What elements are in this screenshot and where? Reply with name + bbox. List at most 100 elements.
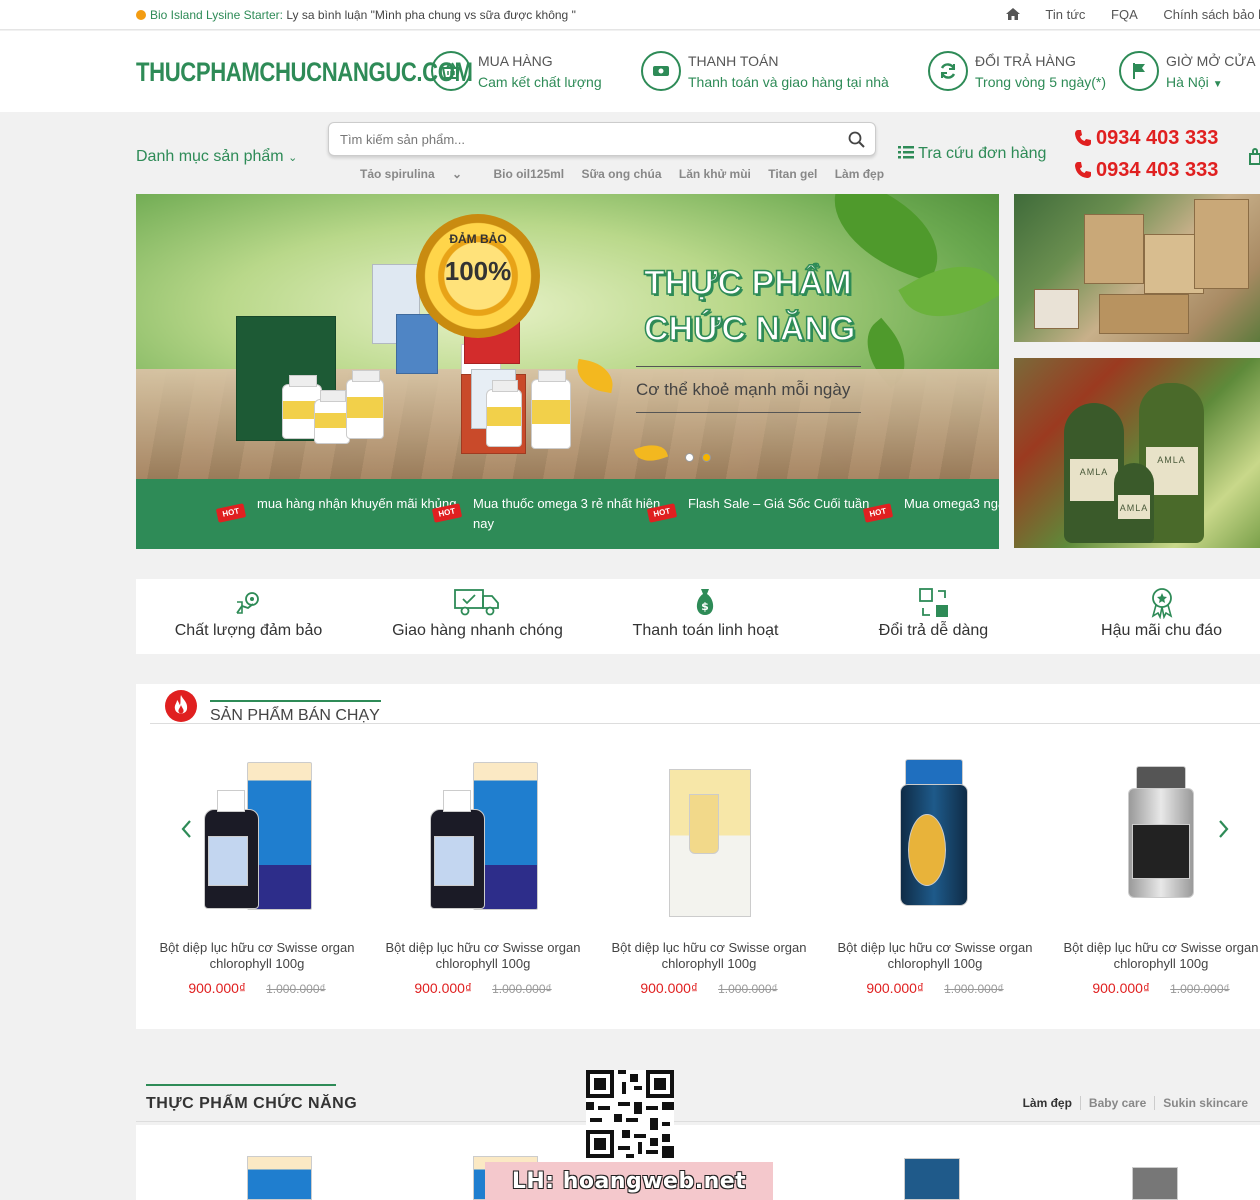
phone-icon: [1075, 130, 1091, 146]
hotline-1[interactable]: 0934 403 333: [1074, 127, 1218, 150]
tab-beauty[interactable]: Làm đẹp: [1015, 1096, 1080, 1110]
feature-label: Thanh toán linh hoạt: [632, 622, 779, 639]
chevron-down-icon: ⌄: [452, 167, 463, 181]
feature-label: Đổi trả dễ dàng: [878, 622, 989, 639]
product-price: 900.000₫ 1.000.000₫: [152, 980, 362, 998]
header-box-sub: Thanh toán và giao hàng tại nhà: [688, 74, 889, 90]
product-cap: [443, 790, 471, 812]
exchange-icon: [919, 588, 948, 617]
product-image[interactable]: [1056, 754, 1260, 924]
feature-return: Đổi trả dễ dàng: [821, 579, 1046, 654]
product-name[interactable]: Bột diệp lục hữu cơ Swisse organ chlorop…: [152, 940, 362, 972]
search-icon[interactable]: [848, 131, 865, 148]
seal-text: ĐẢM BẢO: [449, 232, 507, 246]
original-price: 1.000.000₫: [492, 982, 552, 996]
section-tabs: Làm đẹp Baby care Sukin skincare: [1015, 1096, 1256, 1110]
section-title: SẢN PHẨM BÁN CHẠY: [210, 700, 381, 724]
site-logo[interactable]: THUCPHAMCHUCNANGUC.COM: [136, 57, 473, 88]
divider: [636, 366, 861, 367]
supplement-bottle: [486, 380, 522, 447]
header-box-title: GIỜ MỞ CỬA: [1166, 53, 1256, 69]
product-name[interactable]: Bột diệp lục hữu cơ Swisse organ chlorop…: [604, 940, 814, 972]
fire-icon: [165, 690, 197, 722]
feature-delivery: Giao hàng nhanh chóng: [365, 579, 590, 654]
side-banner-amla[interactable]: AMLA AMLA AMLA: [1014, 358, 1260, 548]
header-box-sub: Cam kết chất lượng: [478, 74, 602, 90]
slider-dot[interactable]: [685, 453, 694, 462]
keyword-link[interactable]: Tảo spirulina ⌄: [360, 167, 476, 181]
top-link-news[interactable]: Tin tức: [1045, 7, 1085, 22]
ticker-item[interactable]: HOT Mua thuốc omega 3 rẻ nhất hiện nay: [431, 494, 673, 534]
gift-box: [1034, 289, 1079, 329]
truck-icon: [454, 589, 499, 616]
product-card[interactable]: Bột diệp lục hữu cơ Swisse organ chlorop…: [830, 754, 1040, 996]
side-banner-gift[interactable]: [1014, 194, 1260, 342]
ticker-item[interactable]: HOT mua hàng nhận khuyến mãi khủng: [215, 494, 457, 523]
product-image[interactable]: [830, 754, 1040, 924]
tab-sukin[interactable]: Sukin skincare: [1154, 1096, 1256, 1110]
money-bag-icon: $: [696, 589, 714, 615]
category-menu[interactable]: Danh mục sản phẩm ⌄: [136, 148, 297, 166]
product-image[interactable]: [378, 754, 588, 924]
basket-icon: [431, 51, 471, 91]
product-image[interactable]: [604, 754, 814, 924]
ticker-text: Mua omega3 ngay ưu đãi: [904, 496, 999, 511]
feature-quality: Chất lượng đảm bảo: [136, 579, 361, 654]
hotline-2[interactable]: 0934 403 333: [1074, 159, 1218, 182]
product-name[interactable]: Bột diệp lục hữu cơ Swisse organ chlorop…: [1056, 940, 1260, 972]
sale-price: 900.000₫: [866, 980, 925, 996]
track-order-link[interactable]: Tra cứu đơn hàng: [898, 145, 1046, 163]
feature-label: Giao hàng nhanh chóng: [392, 622, 563, 639]
tab-baby-care[interactable]: Baby care: [1079, 1096, 1155, 1110]
top-link-policy[interactable]: Chính sách bảo hà: [1163, 7, 1260, 22]
product-image[interactable]: [152, 754, 362, 924]
product-price: 900.000₫ 1.000.000₫: [378, 980, 588, 998]
city-select[interactable]: Hà Nội: [1166, 74, 1209, 90]
phone-icon: [1075, 162, 1091, 178]
news-dot-icon: [136, 10, 146, 20]
product-card[interactable]: Bột diệp lục hữu cơ Swisse organ chlorop…: [152, 754, 362, 996]
hot-badge: HOT: [215, 503, 247, 523]
keyword-link[interactable]: Lăn khử mùi: [679, 167, 751, 181]
top-link-faq[interactable]: FQA: [1111, 7, 1138, 22]
top-links: Tin tức FQA Chính sách bảo hà: [1006, 7, 1260, 22]
section-title: THỰC PHẨM CHỨC NĂNG: [146, 1095, 358, 1112]
sale-price: 900.000₫: [1092, 980, 1151, 996]
feature-label: Hậu mãi chu đáo: [1101, 622, 1222, 639]
product-name[interactable]: Bột diệp lục hữu cơ Swisse organ chlorop…: [378, 940, 588, 972]
keyword-link[interactable]: Titan gel: [768, 167, 817, 181]
header-box-title: THANH TOÁN: [688, 53, 779, 69]
ticker-item[interactable]: HOTMua omega3 ngay ưu đãi: [862, 494, 999, 523]
feature-strip: Chất lượng đảm bảo Giao hàng nhanh chóng…: [136, 579, 1260, 654]
keyword-link[interactable]: Làm đẹp: [835, 167, 884, 181]
product-card[interactable]: Bột diệp lục hữu cơ Swisse organ chlorop…: [1056, 754, 1260, 996]
header-box-sub: Trong vòng 5 ngày(*): [975, 74, 1106, 90]
divider: [636, 412, 861, 413]
keyword-link[interactable]: Bio oil125ml: [493, 167, 564, 181]
section-header: SẢN PHẨM BÁN CHẠY: [150, 684, 1260, 724]
product-price: 900.000₫ 1.000.000₫: [604, 980, 814, 998]
slider-dot-active[interactable]: [702, 453, 711, 462]
nav-bar: Danh mục sản phẩm ⌄ Tảo spirulina ⌄ Bio …: [0, 112, 1260, 194]
product-jar: [904, 1158, 960, 1200]
product-card[interactable]: Bột diệp lục hữu cơ Swisse organ chlorop…: [604, 754, 814, 996]
header-box-title: MUA HÀNG: [478, 53, 553, 69]
section-accent: [146, 1084, 336, 1086]
ticker-item[interactable]: HOT Flash Sale – Giá Sốc Cuối tuần: [646, 494, 888, 523]
product-label: [434, 836, 474, 886]
cart-icon[interactable]: [1248, 148, 1260, 166]
feature-label: Chất lượng đảm bảo: [174, 622, 323, 639]
hero-slider[interactable]: ĐẢM BẢO 100% THỰC PHẨM CHỨC NĂNG Cơ thể …: [136, 194, 999, 479]
gift-box: [1194, 199, 1249, 289]
phone-number: 0934 403 333: [1096, 159, 1219, 181]
gift-box: [1084, 214, 1144, 284]
product-name[interactable]: Bột diệp lục hữu cơ Swisse organ chlorop…: [830, 940, 1040, 972]
original-price: 1.000.000₫: [944, 982, 1004, 996]
news-ticker[interactable]: Bio Island Lysine Starter: Ly sa bình lu…: [136, 8, 576, 22]
home-link[interactable]: [1006, 7, 1020, 22]
search-input[interactable]: [329, 123, 819, 155]
section-title-text: SẢN PHẨM BÁN CHẠY: [210, 707, 380, 724]
product-card[interactable]: Bột diệp lục hữu cơ Swisse organ chlorop…: [378, 754, 588, 996]
product-jar: [1132, 1167, 1178, 1200]
keyword-link[interactable]: Sữa ong chúa: [581, 167, 661, 181]
